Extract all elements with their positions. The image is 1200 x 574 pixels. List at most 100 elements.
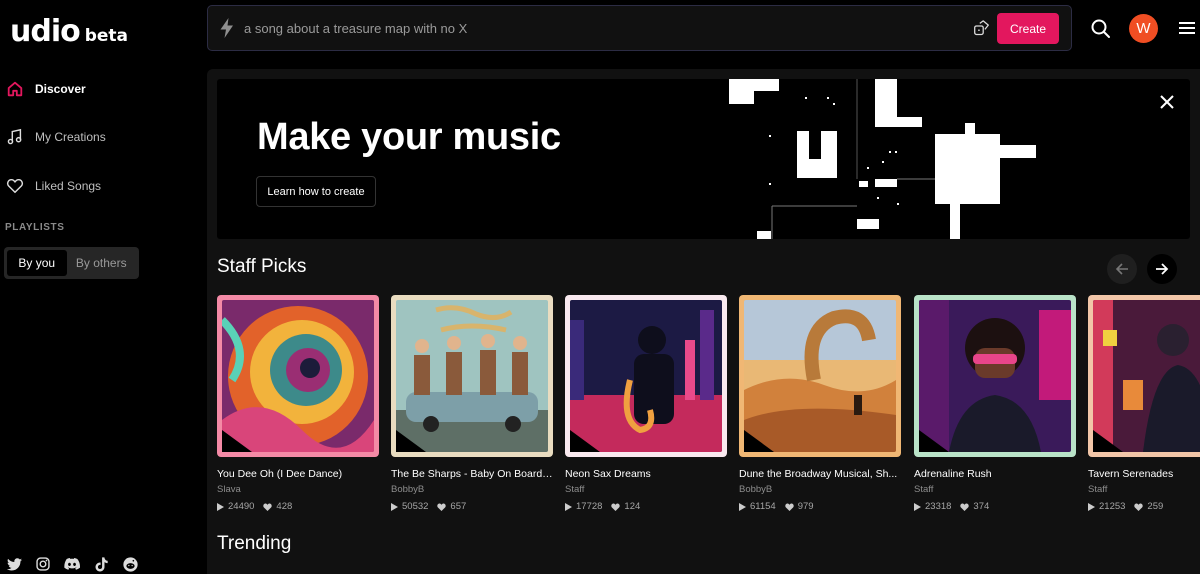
hamburger-menu-icon[interactable] xyxy=(1179,20,1195,36)
lightning-icon xyxy=(218,17,236,39)
reddit-icon[interactable] xyxy=(122,556,138,572)
udio-mark-icon xyxy=(570,430,600,452)
prompt-bar: Create xyxy=(207,5,1072,51)
play-icon xyxy=(1088,502,1095,511)
song-card[interactable]: You Dee Oh (I Dee Dance) Slava 24490 428 xyxy=(217,295,379,515)
like-count: 374 xyxy=(973,501,990,512)
beta-badge: beta xyxy=(84,26,129,46)
udio-mark-icon xyxy=(396,430,426,452)
card-artist[interactable]: Staff xyxy=(1088,484,1200,495)
song-card[interactable]: Adrenaline Rush Staff 23318 374 xyxy=(914,295,1076,515)
card-stats: 50532 657 xyxy=(391,501,553,512)
card-cover xyxy=(914,295,1076,457)
instagram-icon[interactable] xyxy=(35,556,51,572)
twitter-icon[interactable] xyxy=(6,556,22,572)
like-count: 979 xyxy=(797,501,814,512)
card-artist[interactable]: Slava xyxy=(217,484,379,495)
random-dice-icon[interactable] xyxy=(971,18,991,38)
play-icon xyxy=(739,502,746,511)
nav-discover[interactable]: Discover xyxy=(5,77,86,101)
card-cover xyxy=(739,295,901,457)
card-artist[interactable]: Staff xyxy=(565,484,727,495)
arrow-right-icon xyxy=(1156,263,1169,275)
song-card[interactable]: Dune the Broadway Musical, Sh... BobbyB … xyxy=(739,295,901,515)
play-count: 21253 xyxy=(1099,501,1126,512)
card-cover xyxy=(565,295,727,457)
play-icon xyxy=(391,502,398,511)
card-title[interactable]: The Be Sharps - Baby On Board,... xyxy=(391,468,553,480)
nav-liked-songs-label: Liked Songs xyxy=(35,179,102,193)
home-icon xyxy=(5,79,25,99)
card-stats: 23318 374 xyxy=(914,501,1076,512)
learn-how-button[interactable]: Learn how to create xyxy=(256,176,376,207)
play-count: 61154 xyxy=(750,501,776,512)
card-artist[interactable]: BobbyB xyxy=(739,484,901,495)
like-count: 428 xyxy=(276,501,293,512)
song-card[interactable]: Tavern Serenades Staff 21253 259 xyxy=(1088,295,1200,515)
music-note-icon xyxy=(5,127,25,147)
heart-icon xyxy=(785,502,794,511)
udio-mark-icon xyxy=(744,430,774,452)
heart-icon xyxy=(437,502,447,511)
udio-mark-icon xyxy=(222,430,252,452)
social-links xyxy=(6,556,138,572)
card-cover xyxy=(1088,295,1200,457)
card-title[interactable]: You Dee Oh (I Dee Dance) xyxy=(217,468,379,480)
heart-icon xyxy=(263,502,273,511)
staff-picks-carousel: You Dee Oh (I Dee Dance) Slava 24490 428 xyxy=(217,295,1200,515)
prompt-input[interactable] xyxy=(244,20,944,36)
card-title[interactable]: Neon Sax Dreams xyxy=(565,468,727,480)
card-stats: 17728 124 xyxy=(565,501,727,512)
play-icon xyxy=(565,502,572,511)
card-cover xyxy=(391,295,553,457)
play-icon xyxy=(217,502,224,511)
carousel-next-button[interactable] xyxy=(1147,254,1177,284)
card-stats: 21253 259 xyxy=(1088,501,1200,512)
play-count: 17728 xyxy=(576,501,603,512)
create-button[interactable]: Create xyxy=(997,13,1059,44)
close-icon[interactable] xyxy=(1159,94,1175,110)
heart-icon xyxy=(611,502,621,511)
udio-mark-icon xyxy=(1093,430,1123,452)
like-count: 259 xyxy=(1147,501,1164,512)
banner-pixel-art xyxy=(729,79,1036,239)
heart-icon xyxy=(960,502,970,511)
card-title[interactable]: Adrenaline Rush xyxy=(914,468,1076,480)
search-icon[interactable] xyxy=(1090,18,1112,40)
card-stats: 24490 428 xyxy=(217,501,379,512)
card-artist[interactable]: BobbyB xyxy=(391,484,553,495)
play-icon xyxy=(914,502,921,511)
tiktok-icon[interactable] xyxy=(93,556,109,572)
promo-banner: Make your music Learn how to create xyxy=(217,79,1190,239)
nav-my-creations[interactable]: My Creations xyxy=(5,125,106,149)
song-card[interactable]: The Be Sharps - Baby On Board,... BobbyB… xyxy=(391,295,553,515)
filter-by-others[interactable]: By others xyxy=(67,250,136,276)
carousel-prev-button[interactable] xyxy=(1107,254,1137,284)
banner-title: Make your music xyxy=(257,116,561,158)
discord-icon[interactable] xyxy=(64,556,80,572)
user-avatar[interactable]: W xyxy=(1129,14,1158,43)
like-count: 124 xyxy=(624,501,641,512)
arrow-left-icon xyxy=(1115,263,1128,275)
logo-text: udio xyxy=(10,14,81,49)
card-title[interactable]: Tavern Serenades xyxy=(1088,468,1200,480)
heart-icon xyxy=(1134,502,1144,511)
song-card[interactable]: Neon Sax Dreams Staff 17728 124 xyxy=(565,295,727,515)
card-title[interactable]: Dune the Broadway Musical, Sh... xyxy=(739,468,901,480)
nav-discover-label: Discover xyxy=(35,82,86,96)
play-count: 23318 xyxy=(925,501,952,512)
play-count: 50532 xyxy=(402,501,429,512)
like-count: 657 xyxy=(450,501,467,512)
trending-heading: Trending xyxy=(217,533,292,554)
card-cover xyxy=(217,295,379,457)
playlists-heading: PLAYLISTS xyxy=(5,222,65,233)
playlist-filter: By you By others xyxy=(4,247,139,279)
main-content: Make your music Learn how to create Staf… xyxy=(207,69,1200,574)
heart-icon xyxy=(5,176,25,196)
udio-mark-icon xyxy=(919,430,949,452)
udio-logo[interactable]: udio beta xyxy=(10,14,128,49)
card-artist[interactable]: Staff xyxy=(914,484,1076,495)
filter-by-you[interactable]: By you xyxy=(7,250,67,276)
card-stats: 61154 979 xyxy=(739,501,901,512)
nav-liked-songs[interactable]: Liked Songs xyxy=(5,174,101,198)
